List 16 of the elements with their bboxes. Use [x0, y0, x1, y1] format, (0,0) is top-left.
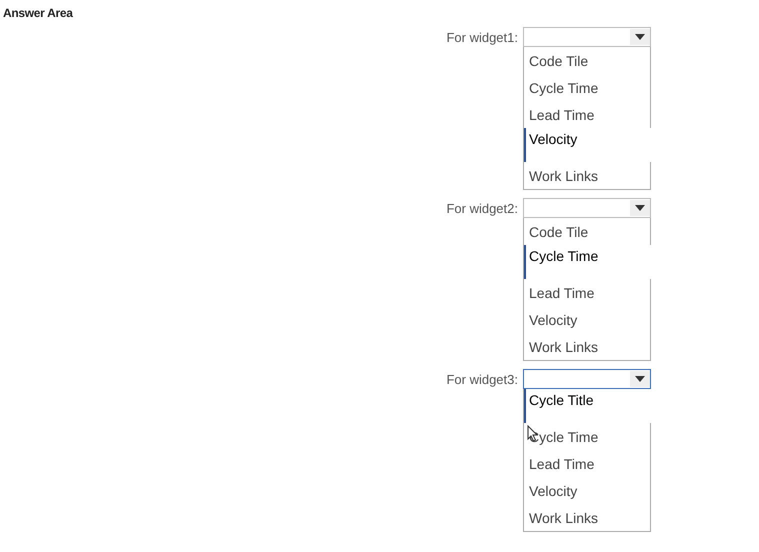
- dropdown-option[interactable]: Velocity: [524, 477, 650, 504]
- field-label: For widget1:: [445, 30, 519, 44]
- dropdown-option[interactable]: Code Tile: [524, 47, 650, 74]
- dropdown-option[interactable]: Lead Time: [524, 101, 650, 128]
- field-label: For widget3:: [445, 372, 519, 386]
- dropdown-option[interactable]: Cycle Time: [524, 74, 650, 101]
- dropdown-option[interactable]: Work Links: [524, 333, 650, 360]
- dropdown-option[interactable]: Velocity: [524, 306, 650, 333]
- field-label: For widget2:: [445, 200, 519, 216]
- dropdown-option[interactable]: Work Links: [524, 162, 650, 189]
- dropdown-option[interactable]: Lead Time: [524, 450, 650, 477]
- dropdown-option[interactable]: Work Links: [524, 504, 650, 531]
- answer-area-title: Answer Area: [2, 5, 74, 20]
- dropdown[interactable]: [523, 369, 651, 389]
- dropdown-option[interactable]: Lead Time: [524, 279, 650, 306]
- dropdown-option[interactable]: Code Tile: [524, 218, 650, 245]
